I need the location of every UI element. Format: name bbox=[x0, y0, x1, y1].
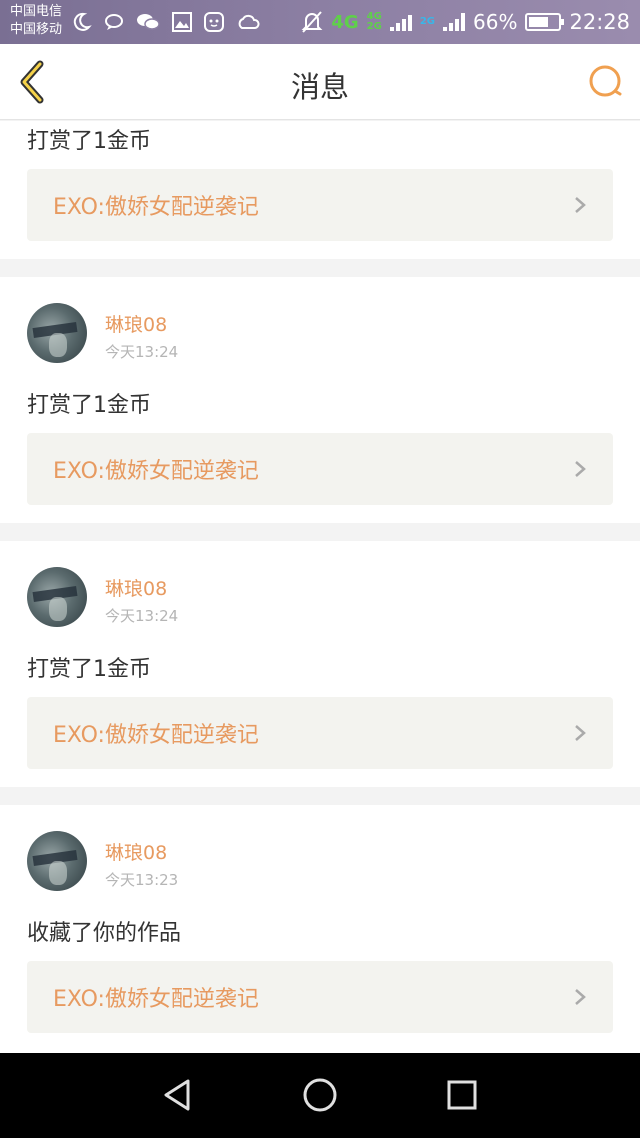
circle-home-icon[interactable] bbox=[300, 1075, 340, 1115]
status-right: 4G 4G 2G 2G 66% 22:28 bbox=[301, 0, 630, 44]
battery-fill bbox=[529, 17, 548, 27]
avatar[interactable] bbox=[27, 567, 87, 627]
avatar[interactable] bbox=[27, 303, 87, 363]
username[interactable]: 琳琅08 bbox=[105, 838, 167, 865]
network-dual: 4G 2G bbox=[367, 12, 382, 32]
chevron-right-icon bbox=[575, 989, 586, 1005]
chevron-right-icon bbox=[575, 461, 586, 477]
carrier-2: 中国移动 bbox=[10, 22, 63, 37]
moon-icon bbox=[73, 12, 92, 31]
message-feed[interactable]: 打赏了1金币 EXO:傲娇女配逆袭记 琳琅08 今天13:24 打赏了1金币 E… bbox=[0, 121, 640, 1053]
work-title: EXO:傲娇女配逆袭记 bbox=[53, 459, 259, 484]
signal-icon bbox=[389, 13, 412, 31]
network-4g: 4G bbox=[331, 11, 359, 33]
message-card: 琳琅08 今天13:24 打赏了1金币 EXO:傲娇女配逆袭记 bbox=[0, 277, 640, 523]
work-title: EXO:傲娇女配逆袭记 bbox=[53, 195, 259, 220]
work-link[interactable]: EXO:傲娇女配逆袭记 bbox=[27, 169, 613, 241]
message-action: 打赏了1金币 bbox=[27, 129, 151, 154]
work-link[interactable]: EXO:傲娇女配逆袭记 bbox=[27, 961, 613, 1033]
page-title: 消息 bbox=[290, 70, 349, 104]
system-navigation-bar bbox=[0, 1053, 640, 1138]
search-icon bbox=[589, 65, 622, 97]
notification-icons bbox=[70, 10, 260, 34]
battery-icon bbox=[525, 13, 565, 31]
message-card: 琳琅08 今天13:24 打赏了1金币 EXO:傲娇女配逆袭记 bbox=[0, 541, 640, 787]
chat-bubble-icon bbox=[105, 14, 123, 30]
wechat-icon bbox=[137, 14, 160, 30]
square-recents-icon[interactable] bbox=[442, 1075, 482, 1115]
work-link[interactable]: EXO:傲娇女配逆袭记 bbox=[27, 433, 613, 505]
work-title: EXO:傲娇女配逆袭记 bbox=[53, 723, 259, 748]
clock: 22:28 bbox=[569, 10, 630, 34]
chevron-right-icon bbox=[575, 725, 586, 741]
message-action: 打赏了1金币 bbox=[27, 657, 151, 682]
message-card: 打赏了1金币 EXO:傲娇女配逆袭记 bbox=[0, 121, 640, 259]
carrier-1: 中国电信 bbox=[10, 4, 63, 19]
search-button[interactable] bbox=[586, 62, 626, 102]
cat-icon bbox=[204, 12, 224, 32]
work-link[interactable]: EXO:傲娇女配逆袭记 bbox=[27, 697, 613, 769]
signal-icon-2 bbox=[443, 13, 466, 31]
message-action: 收藏了你的作品 bbox=[27, 921, 182, 946]
chevron-right-icon bbox=[575, 197, 586, 213]
app-header: 消息 bbox=[0, 44, 640, 120]
timestamp: 今天13:23 bbox=[105, 871, 179, 889]
status-bar: 中国电信 中国移动 4G 4G 2G 2G 66% 22:28 bbox=[0, 0, 640, 44]
triangle-back-icon[interactable] bbox=[158, 1075, 198, 1115]
battery-percent: 66% bbox=[473, 10, 518, 34]
username[interactable]: 琳琅08 bbox=[105, 310, 167, 337]
network-secondary: 2G bbox=[419, 16, 436, 27]
cloud-icon bbox=[238, 14, 260, 29]
message-card: 琳琅08 今天13:23 收藏了你的作品 EXO:傲娇女配逆袭记 bbox=[0, 805, 640, 1053]
work-title: EXO:傲娇女配逆袭记 bbox=[53, 987, 259, 1012]
username[interactable]: 琳琅08 bbox=[105, 574, 167, 601]
image-icon bbox=[172, 12, 192, 32]
avatar[interactable] bbox=[27, 831, 87, 891]
timestamp: 今天13:24 bbox=[105, 607, 179, 625]
message-action: 打赏了1金币 bbox=[27, 393, 151, 418]
mute-icon bbox=[301, 11, 323, 33]
carrier-info: 中国电信 中国移动 bbox=[10, 3, 62, 39]
network-small-bottom: 2G bbox=[366, 21, 382, 32]
timestamp: 今天13:24 bbox=[105, 343, 179, 361]
